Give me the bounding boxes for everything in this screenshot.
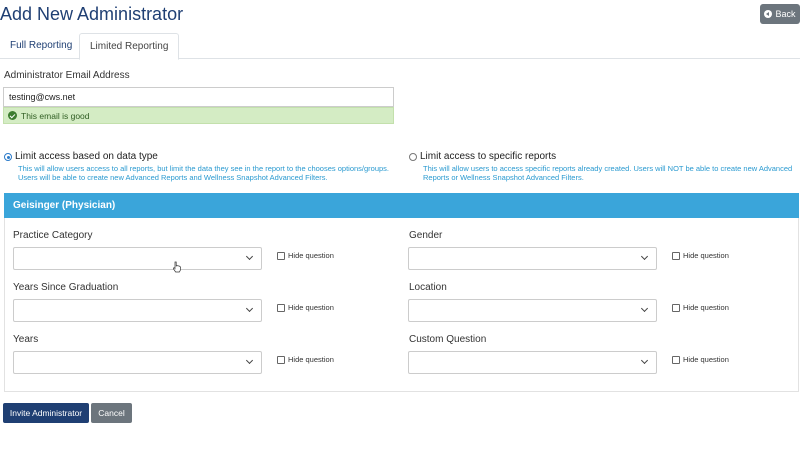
- tab-full-reporting[interactable]: Full Reporting: [0, 33, 82, 59]
- hide-question-label: Hide question: [288, 251, 334, 260]
- back-button[interactable]: Back: [760, 4, 800, 24]
- hide-question-label: Hide question: [683, 355, 729, 364]
- gender-select[interactable]: [408, 247, 657, 270]
- invite-administrator-button[interactable]: Invite Administrator: [3, 403, 89, 423]
- hide-question-years-since-graduation[interactable]: Hide question: [277, 303, 334, 312]
- hand-pointer-icon: [172, 261, 181, 273]
- hide-question-checkbox[interactable]: [672, 251, 680, 260]
- email-validation-text: This email is good: [21, 110, 90, 121]
- hide-question-checkbox[interactable]: [277, 251, 285, 260]
- hide-question-gender[interactable]: Hide question: [672, 251, 729, 260]
- gender-label: Gender: [409, 230, 443, 241]
- custom-question-label: Custom Question: [409, 334, 487, 345]
- years-label: Years: [13, 334, 39, 345]
- email-input[interactable]: [3, 87, 394, 107]
- hide-question-label: Hide question: [683, 251, 729, 260]
- back-button-label: Back: [775, 9, 796, 19]
- hide-question-practice-category[interactable]: Hide question: [277, 251, 334, 260]
- hide-question-years[interactable]: Hide question: [277, 355, 334, 364]
- location-label: Location: [409, 282, 447, 293]
- page-title: Add New Administrator: [0, 4, 184, 24]
- hide-question-checkbox[interactable]: [277, 355, 285, 364]
- location-select[interactable]: [408, 299, 657, 322]
- practice-category-select[interactable]: [13, 247, 262, 270]
- hide-question-label: Hide question: [683, 303, 729, 312]
- chevron-down-icon: [245, 304, 254, 313]
- chevron-down-icon: [245, 356, 254, 365]
- access-option-specific-reports[interactable]: Limit access to specific reports This wi…: [409, 151, 799, 182]
- access-option-data-type-description: This will allow users access to all repo…: [18, 164, 390, 182]
- chevron-down-icon: [640, 356, 649, 365]
- hide-question-checkbox[interactable]: [277, 303, 285, 312]
- access-option-specific-reports-label: Limit access to specific reports: [420, 151, 557, 162]
- access-option-specific-reports-description: This will allow users to access specific…: [423, 164, 793, 182]
- years-select[interactable]: [13, 351, 262, 374]
- radio-specific-reports[interactable]: [409, 153, 417, 161]
- practice-category-label: Practice Category: [13, 230, 93, 241]
- hide-question-custom-question[interactable]: Hide question: [672, 355, 729, 364]
- chevron-down-icon: [640, 252, 649, 261]
- chevron-down-icon: [640, 304, 649, 313]
- reporting-tabs: Full Reporting Limited Reporting: [0, 33, 800, 60]
- hide-question-checkbox[interactable]: [672, 303, 680, 312]
- chevron-down-icon: [245, 252, 254, 261]
- radio-data-type[interactable]: [4, 153, 12, 161]
- tab-limited-reporting[interactable]: Limited Reporting: [79, 33, 179, 60]
- custom-question-select[interactable]: [408, 351, 657, 374]
- check-circle-icon: [8, 111, 17, 120]
- access-option-data-type[interactable]: Limit access based on data type This wil…: [4, 151, 394, 182]
- cancel-button[interactable]: Cancel: [91, 403, 132, 423]
- hide-question-label: Hide question: [288, 355, 334, 364]
- years-since-graduation-select[interactable]: [13, 299, 262, 322]
- hide-question-label: Hide question: [288, 303, 334, 312]
- group-header: Geisinger (Physician): [4, 193, 799, 218]
- email-validation-message: This email is good: [3, 107, 394, 124]
- email-label: Administrator Email Address: [4, 70, 130, 81]
- hide-question-location[interactable]: Hide question: [672, 303, 729, 312]
- years-since-graduation-label: Years Since Graduation: [13, 282, 119, 293]
- back-arrow-icon: [764, 10, 773, 18]
- access-option-data-type-label: Limit access based on data type: [15, 151, 158, 162]
- hide-question-checkbox[interactable]: [672, 355, 680, 364]
